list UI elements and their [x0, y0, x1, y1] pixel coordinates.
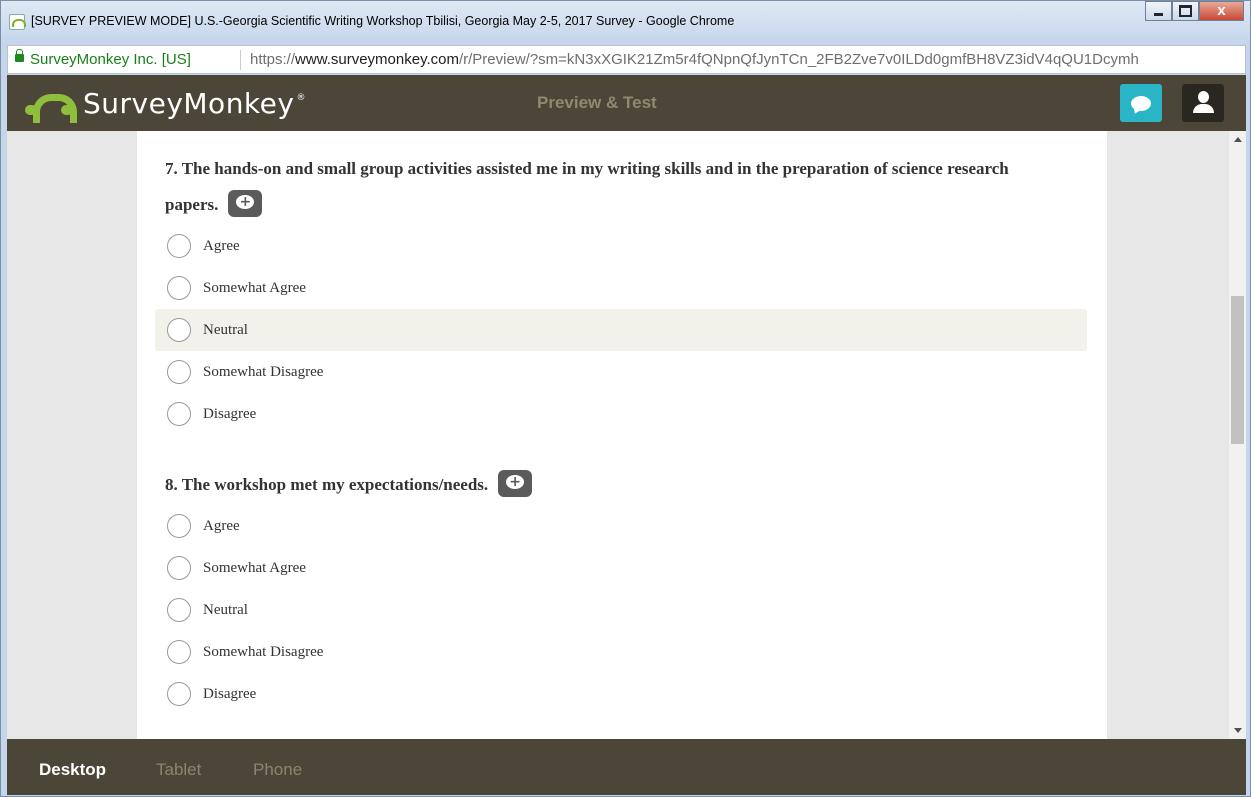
radio-button[interactable] — [167, 556, 191, 580]
add-comment-icon[interactable] — [228, 189, 263, 217]
surveymonkey-logo-icon — [25, 88, 77, 123]
scrollbar-thumb[interactable] — [1231, 296, 1244, 444]
radio-button[interactable] — [167, 276, 191, 300]
surveymonkey-logo[interactable]: SurveyMonkey ® — [25, 83, 305, 123]
user-account-button[interactable] — [1182, 84, 1224, 122]
survey-page: 7. The hands-on and small group activiti… — [137, 131, 1107, 739]
option-disagree[interactable]: Disagree — [165, 393, 1065, 435]
survey-viewport: 7. The hands-on and small group activiti… — [7, 131, 1246, 739]
option-label: Somewhat Agree — [203, 559, 306, 576]
option-somewhat-agree[interactable]: Somewhat Agree — [165, 267, 1065, 309]
url-text[interactable]: https://www.surveymonkey.com/r/Preview/?… — [250, 51, 1139, 68]
window-controls: X — [1145, 1, 1244, 23]
tab-tablet[interactable]: Tablet — [156, 760, 201, 780]
option-label: Neutral — [203, 601, 248, 618]
option-disagree[interactable]: Disagree — [165, 673, 1065, 715]
option-somewhat-disagree[interactable]: Somewhat Disagree — [165, 631, 1065, 673]
radio-button[interactable] — [167, 318, 191, 342]
close-button[interactable]: X — [1199, 1, 1244, 21]
question-7: 7. The hands-on and small group activiti… — [155, 151, 1087, 435]
radio-button[interactable] — [167, 640, 191, 664]
maximize-button[interactable] — [1172, 1, 1199, 21]
browser-window: [SURVEY PREVIEW MODE] U.S.-Georgia Scien… — [0, 0, 1251, 797]
question-title: 7. The hands-on and small group activiti… — [165, 151, 1065, 223]
feedback-chat-button[interactable] — [1120, 84, 1162, 122]
url-path: /r/Preview/?sm=kN3xXGIK21Zm5r4fQNpnQfJyn… — [458, 51, 1139, 68]
lock-icon[interactable] — [15, 49, 24, 62]
radio-button[interactable] — [167, 360, 191, 384]
option-label: Neutral — [203, 321, 248, 338]
option-label: Somewhat Disagree — [203, 643, 324, 660]
tab-desktop[interactable]: Desktop — [39, 760, 106, 780]
option-somewhat-agree[interactable]: Somewhat Agree — [165, 547, 1065, 589]
vertical-scrollbar[interactable] — [1229, 131, 1246, 739]
option-somewhat-disagree[interactable]: Somewhat Disagree — [165, 351, 1065, 393]
option-label: Agree — [203, 237, 240, 254]
option-list: Agree Somewhat Agree Neutral Somewhat Di… — [155, 225, 1087, 435]
option-label: Somewhat Agree — [203, 279, 306, 296]
scroll-up-arrow-icon[interactable] — [1229, 131, 1246, 148]
option-agree[interactable]: Agree — [165, 505, 1065, 547]
option-list: Agree Somewhat Agree Neutral Somewhat Di… — [165, 505, 1065, 715]
site-identity[interactable]: SurveyMonkey Inc. [US] — [30, 51, 191, 68]
radio-button[interactable] — [167, 598, 191, 622]
minimize-button[interactable] — [1145, 1, 1172, 21]
option-label: Disagree — [203, 405, 257, 422]
registered-mark: ® — [296, 93, 306, 103]
url-host: www.surveymonkey.com — [295, 51, 459, 68]
address-divider — [240, 50, 241, 70]
option-label: Agree — [203, 517, 240, 534]
surveymonkey-favicon-icon — [9, 14, 26, 30]
option-agree[interactable]: Agree — [165, 225, 1065, 267]
radio-button[interactable] — [167, 402, 191, 426]
user-icon — [1198, 91, 1209, 103]
option-label: Disagree — [203, 685, 257, 702]
add-comment-icon[interactable] — [498, 469, 533, 497]
option-neutral[interactable]: Neutral — [165, 589, 1065, 631]
surveymonkey-header: SurveyMonkey ® Preview & Test — [7, 75, 1246, 131]
title-bar: [SURVEY PREVIEW MODE] U.S.-Georgia Scien… — [1, 1, 1250, 45]
question-title: 8. The workshop met my expectations/need… — [165, 467, 1065, 503]
device-preview-bar: Desktop Tablet Phone — [7, 739, 1246, 795]
address-bar[interactable]: SurveyMonkey Inc. [US] https://www.surve… — [7, 45, 1246, 74]
chat-bubble-icon — [1131, 95, 1151, 111]
scroll-down-arrow-icon[interactable] — [1229, 722, 1246, 739]
radio-button[interactable] — [167, 234, 191, 258]
option-neutral[interactable]: Neutral — [155, 309, 1087, 351]
tab-phone[interactable]: Phone — [253, 760, 302, 780]
logo-wordmark: SurveyMonkey — [83, 86, 295, 120]
radio-button[interactable] — [167, 682, 191, 706]
option-label: Somewhat Disagree — [203, 363, 324, 380]
question-8: 8. The workshop met my expectations/need… — [165, 467, 1065, 715]
preview-test-title: Preview & Test — [537, 93, 657, 112]
radio-button[interactable] — [167, 514, 191, 538]
window-title: [SURVEY PREVIEW MODE] U.S.-Georgia Scien… — [31, 14, 735, 28]
url-scheme: https:// — [250, 51, 296, 68]
